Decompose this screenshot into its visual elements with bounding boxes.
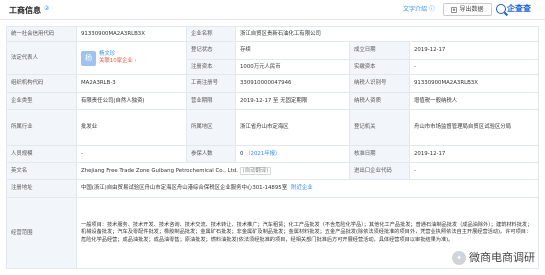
text-intro-link[interactable]: 文字介绍 ⓘ [403,6,435,14]
header-divider [0,19,545,20]
industry-value: 批发业 [76,109,187,146]
status-label: 登记状态 [186,41,236,60]
company-type-label: 企业类型 [6,92,77,110]
industry-label: 所属行业 [6,109,77,146]
qichacha-logo-icon [496,4,506,14]
credit-code-label: 统一社会信用代码 [6,26,77,42]
paid-capital-label: 实缴资本 [349,59,410,75]
approved-date-value: 2019-12-17 [409,145,539,163]
english-name-value: Zhejiang Free Trade Zone Guibang Petroch… [81,167,238,174]
taxpayer-qualification-label: 纳税人资质 [349,92,410,110]
taxpayer-id-value: 91330900MA2A3RLB3X [409,74,539,93]
logo-text: 企查查 [507,4,531,13]
reg-no-label: 工商注册号 [186,74,236,93]
org-code-label: 组织机构代码 [6,74,77,93]
watermark: ✦ 微商电商调研 [452,251,535,265]
insured-label: 参保人数 [186,145,236,163]
credit-code-value: 91330900MA2A3RLB3X [76,26,187,42]
address-label: 注册地址 [6,179,77,198]
business-info-table: 统一社会信用代码 91330900MA2A3RLB3X 企业名称 浙江自贸区贵新… [6,26,539,269]
export-data-label: 导出数据 [459,5,484,13]
term-value: 2019-12-17 至 无固定期限 [235,92,350,110]
company-name-label: 企业名称 [186,26,236,42]
capital-label: 注册资本 [186,59,236,75]
authority-label: 登记机关 [349,109,410,146]
insured-cell: 0 （2021年报） [235,145,350,163]
term-label: 营业期限 [186,92,236,110]
legal-rep-name[interactable]: 杨文珍 [99,51,137,58]
address-value: 中国(浙江)自由贸易试验区舟山市定海区舟山港综合保税区企业服务中心301-148… [81,185,288,192]
region-label: 所属地区 [186,109,236,146]
info-count-badge: ② [44,5,50,12]
staff-size-label: 人员规模 [6,145,77,163]
imex-code-label: 进出口企业代码 [349,162,410,180]
founded-label: 成立日期 [349,41,410,60]
insured-year-link[interactable]: （2021年报） [245,151,280,157]
watermark-text: 微商电商调研 [469,251,535,265]
region-value: 浙江省舟山市定海区 [235,109,350,146]
status-value: 存续 [235,41,350,60]
org-code-value: MA2A3RLB-3 [76,74,187,93]
english-name-label: 英文名 [6,162,77,180]
export-icon [451,6,458,13]
founded-value: 2019-12-17 [409,41,539,60]
legal-rep-avatar: 杨 [81,50,96,66]
qichacha-logo: 企查查 [496,4,531,14]
authority-value: 舟山市市场监督管理局自贸区试验区分局 [409,109,539,146]
reg-no-value: 330910000047946 [235,74,350,93]
taxpayer-qualification-value: 增值税一般纳税人 [409,92,539,110]
export-data-button[interactable]: 导出数据 [443,3,492,16]
wechat-icon: ✦ [452,251,466,265]
auto-translate-tag: (自动翻译) [239,166,272,176]
legal-rep-cell: 杨 杨文珍 关联10家企业 › [76,41,187,75]
paid-capital-value: - [409,59,539,75]
legal-rep-label: 法定代表人 [6,41,77,75]
section-title: 工商信息 [9,6,41,15]
taxpayer-id-label: 纳税人识别号 [349,74,410,93]
approved-date-label: 核准日期 [349,145,410,163]
capital-value: 1000万元人民币 [235,59,350,75]
staff-size-value: - [76,145,187,163]
english-name-cell: Zhejiang Free Trade Zone Guibang Petroch… [76,162,350,180]
nearby-companies-link[interactable]: 附近企业 [291,185,313,192]
business-scope-label: 经营范围 [6,197,77,269]
imex-code-value: - [409,162,539,180]
company-name-value: 浙江自贸区贵新石油化工有限公司 [235,26,539,42]
company-type-value: 有限责任公司(自然人独资) [76,92,187,110]
insured-value: 0 [240,150,244,157]
legal-rep-related-link[interactable]: 关联10家企业 › [99,58,137,65]
address-cell: 中国(浙江)自由贸易试验区舟山市定海区舟山港综合保税区企业服务中心301-148… [76,179,539,198]
